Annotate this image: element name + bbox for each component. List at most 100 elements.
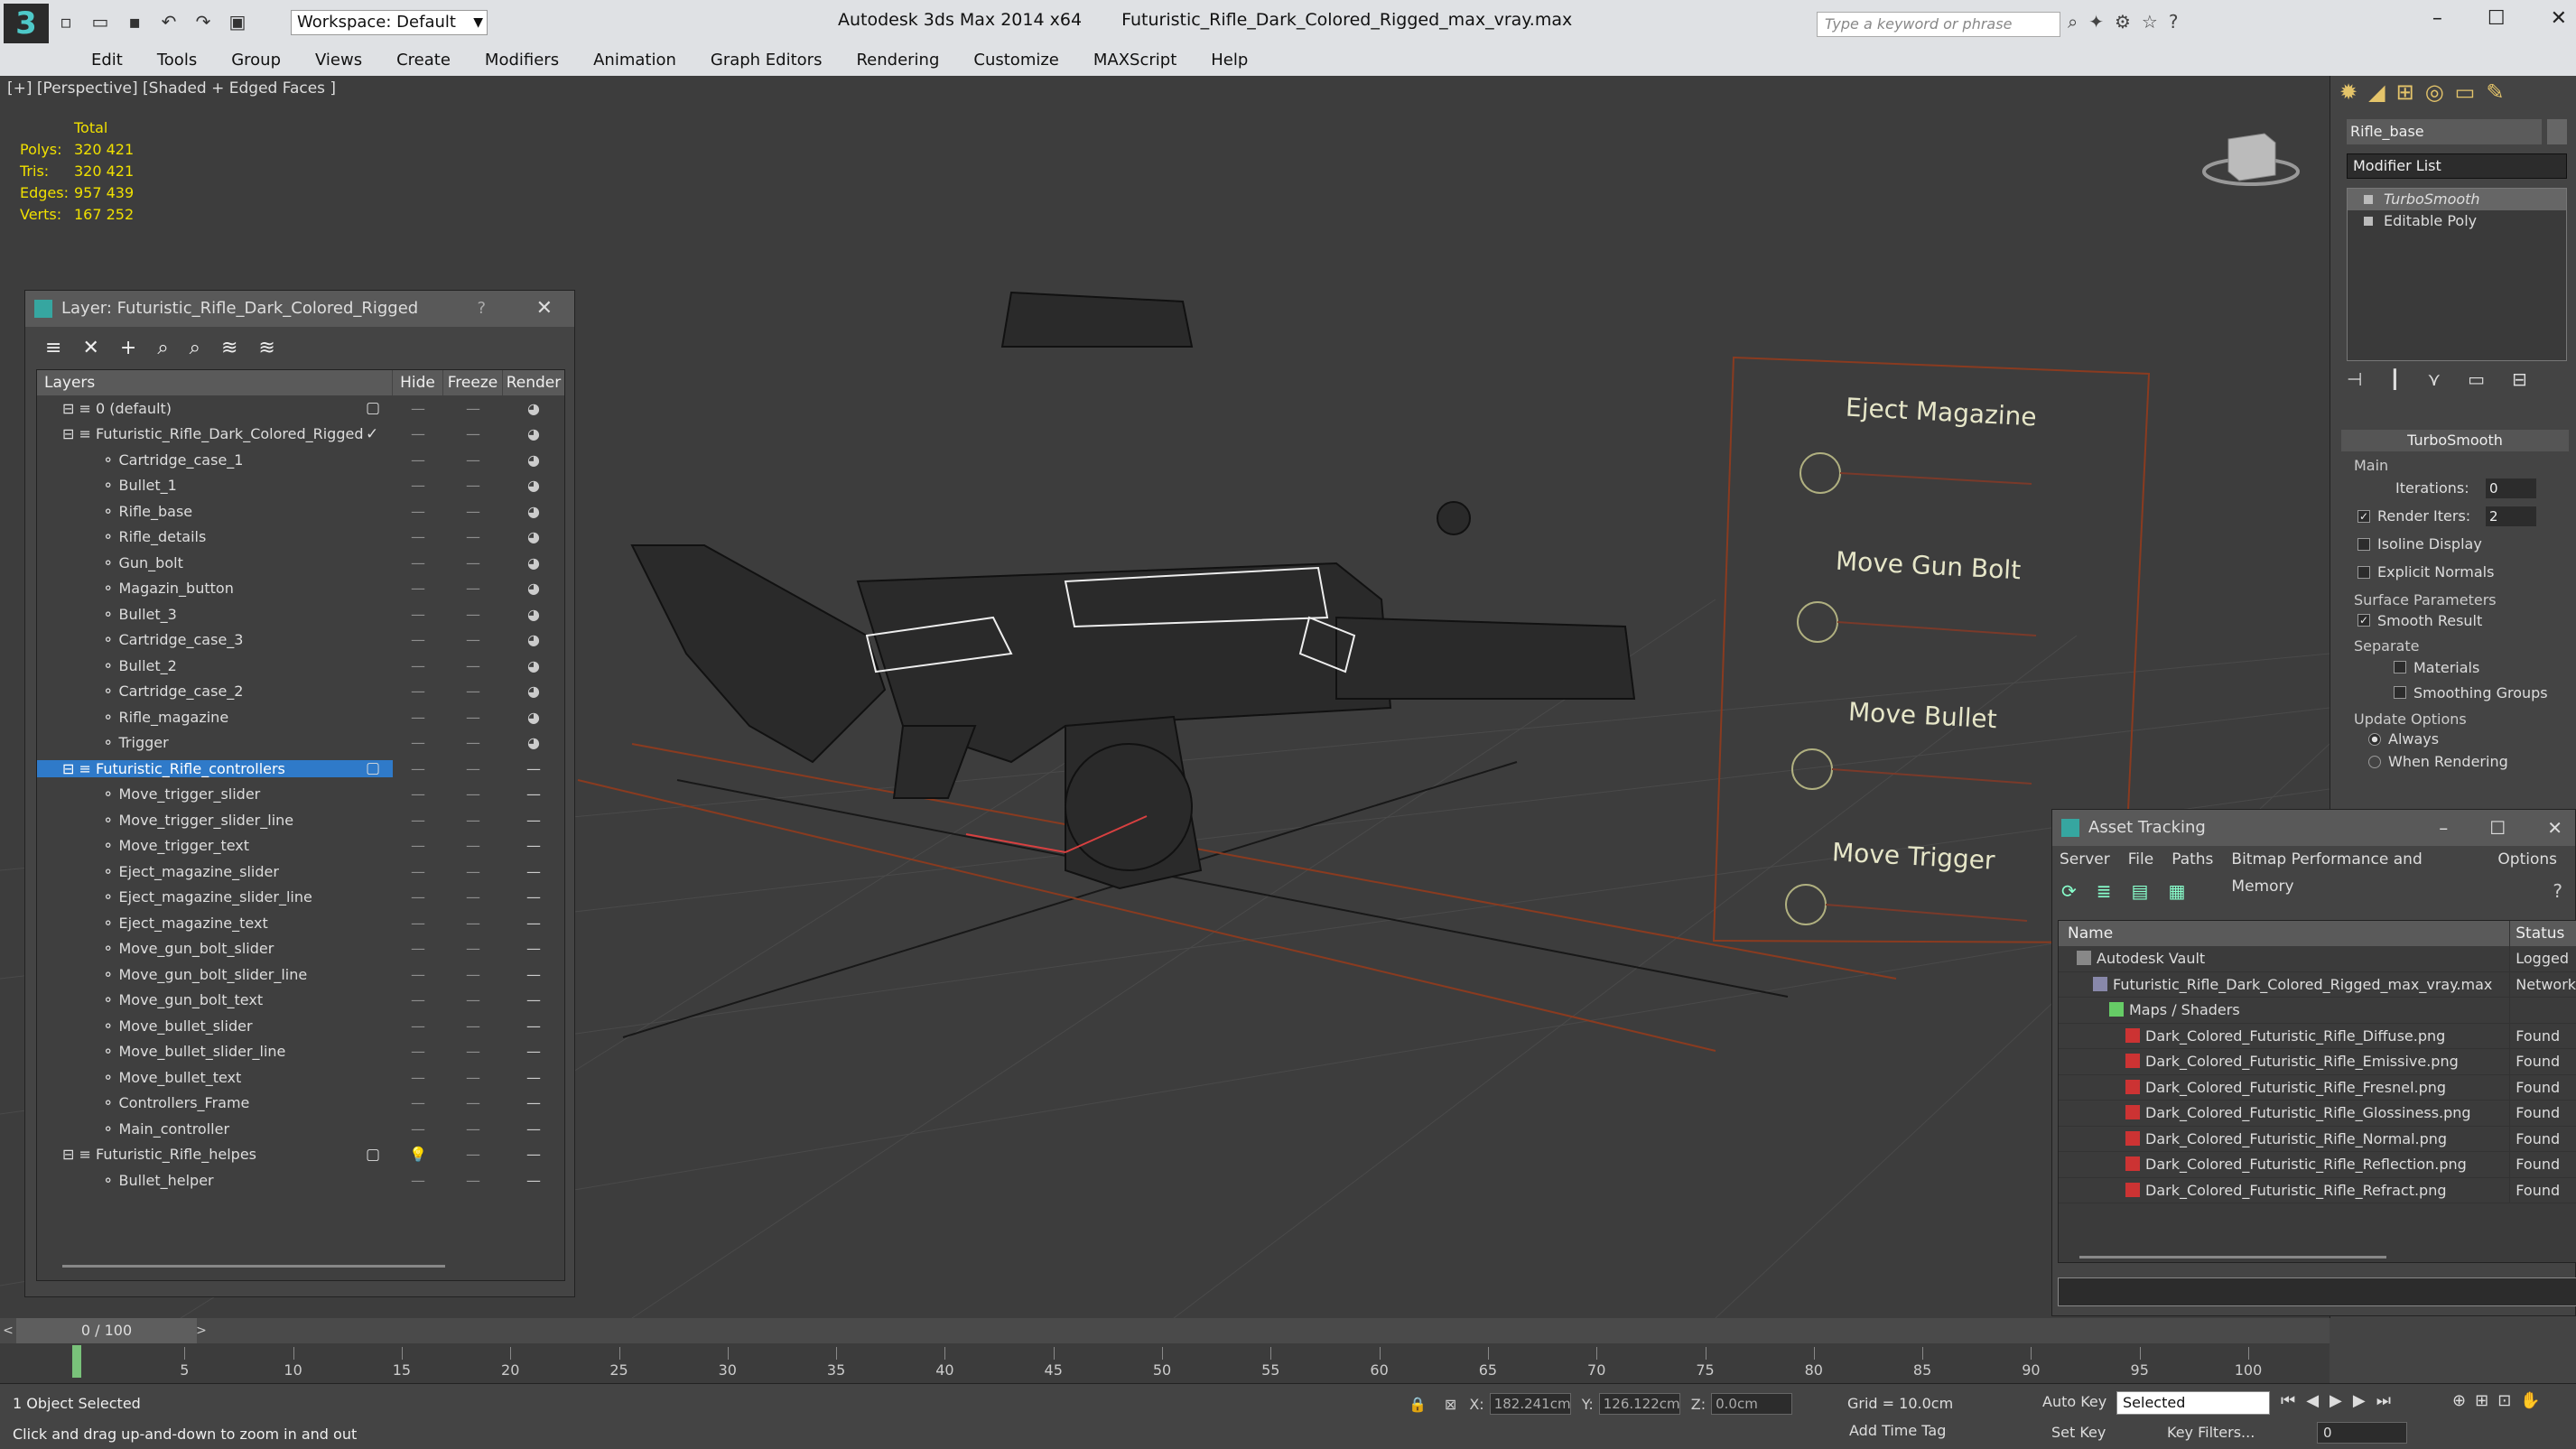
make-unique-icon[interactable]: ⋎ xyxy=(2427,368,2441,390)
z-coordinate-field[interactable]: 0.0cm xyxy=(1711,1393,1793,1415)
object-row[interactable]: ⚬ Move_bullet_slider — — — xyxy=(37,1013,564,1039)
time-slider[interactable]: < 0 / 100 > xyxy=(0,1318,2330,1343)
hide-toggle[interactable]: — xyxy=(393,837,443,854)
maximize-icon[interactable]: ☐ xyxy=(2488,7,2506,30)
freeze-toggle[interactable]: — xyxy=(443,1069,503,1086)
hide-toggle[interactable]: — xyxy=(393,477,443,494)
bulb-icon[interactable]: 💡 xyxy=(409,1146,427,1163)
save-icon[interactable]: ▪ xyxy=(121,9,148,34)
render-toggle-icon[interactable]: — xyxy=(503,888,564,906)
asset-menu-options[interactable]: Options xyxy=(2497,846,2557,873)
render-toggle-icon[interactable]: — xyxy=(503,1094,564,1111)
freeze-toggle[interactable]: — xyxy=(443,1120,503,1138)
smooth-result-checkbox[interactable]: ✓ xyxy=(2357,614,2370,627)
go-to-start-icon[interactable]: ⏮ xyxy=(2281,1391,2295,1410)
play-icon[interactable]: ▶ xyxy=(2330,1391,2342,1410)
freeze-toggle[interactable]: — xyxy=(443,940,503,957)
hide-toggle[interactable]: — xyxy=(393,554,443,571)
table-view-icon[interactable]: ▤ xyxy=(2132,880,2149,902)
app-logo-icon[interactable]: 3 xyxy=(4,4,49,43)
menu-views[interactable]: Views xyxy=(298,51,379,70)
communication-icon[interactable]: ⚙ xyxy=(2115,11,2131,33)
hide-toggle[interactable]: — xyxy=(393,606,443,623)
modify-tab-icon[interactable]: ◢ xyxy=(2368,79,2385,105)
hide-toggle[interactable]: — xyxy=(393,1094,443,1111)
asset-row[interactable]: Dark_Colored_Futuristic_Rifle_Glossiness… xyxy=(2059,1101,2576,1127)
modifier-list-dropdown[interactable]: Modifier List xyxy=(2347,153,2567,179)
asset-menu-server[interactable]: Server xyxy=(2060,846,2110,873)
next-frame-icon[interactable]: ▶ xyxy=(2353,1391,2366,1410)
object-row[interactable]: ⚬ Move_trigger_text — — — xyxy=(37,833,564,859)
track-bar[interactable]: 5 10 15 20 25 30 35 40 45 50 55 60 65 70 75 80 85 90 95 100 xyxy=(0,1343,2330,1383)
object-row[interactable]: ⚬ Move_bullet_text — — — xyxy=(37,1064,564,1091)
display-tab-icon[interactable]: ▭ xyxy=(2455,79,2476,105)
hide-toggle[interactable]: — xyxy=(393,888,443,906)
viewport-label[interactable]: [+] [Perspective] [Shaded + Edged Faces … xyxy=(7,79,336,98)
pin-stack-icon[interactable]: ⊣ xyxy=(2347,368,2362,390)
close-icon[interactable]: ✕ xyxy=(2547,810,2562,846)
object-row[interactable]: ⚬ Move_gun_bolt_text — — — xyxy=(37,988,564,1014)
minimize-icon[interactable]: – xyxy=(2439,810,2448,846)
hide-toggle[interactable]: — xyxy=(393,760,443,777)
hide-toggle[interactable]: — xyxy=(393,631,443,648)
hide-toggle[interactable]: — xyxy=(393,528,443,545)
go-to-end-icon[interactable]: ⏭ xyxy=(2376,1391,2391,1410)
materials-checkbox[interactable] xyxy=(2394,661,2406,673)
freeze-toggle[interactable]: — xyxy=(443,991,503,1008)
object-row[interactable]: ⚬ Magazin_button — — ◕ xyxy=(37,576,564,602)
time-slider-thumb[interactable]: 0 / 100 xyxy=(16,1318,197,1343)
hide-toggle[interactable]: — xyxy=(393,966,443,983)
freeze-toggle[interactable]: — xyxy=(443,425,503,442)
render-toggle-icon[interactable]: — xyxy=(503,940,564,957)
hide-toggle[interactable]: — xyxy=(393,657,443,674)
render-toggle-icon[interactable]: ◕ xyxy=(503,451,564,469)
key-set-dropdown[interactable]: Selected xyxy=(2116,1391,2270,1415)
freeze-toggle[interactable]: — xyxy=(443,1017,503,1035)
render-toggle-icon[interactable]: — xyxy=(503,812,564,829)
render-iters-checkbox[interactable]: ✓ xyxy=(2357,509,2370,523)
menu-graph-editors[interactable]: Graph Editors xyxy=(693,51,840,70)
add-time-tag-button[interactable]: Add Time Tag xyxy=(1820,1422,1946,1439)
menu-animation[interactable]: Animation xyxy=(576,51,693,70)
freeze-toggle[interactable]: — xyxy=(443,528,503,545)
close-icon[interactable]: ✕ xyxy=(536,291,553,327)
hide-toggle[interactable]: — xyxy=(393,580,443,597)
hide-toggle[interactable]: — xyxy=(393,400,443,417)
add-to-layer-icon[interactable]: + xyxy=(120,337,136,359)
menu-rendering[interactable]: Rendering xyxy=(839,51,956,70)
always-radio[interactable] xyxy=(2368,732,2381,746)
freeze-toggle[interactable]: — xyxy=(443,785,503,803)
close-icon[interactable]: ✕ xyxy=(2551,7,2567,30)
freeze-toggle[interactable]: — xyxy=(443,863,503,880)
asset-menu-file[interactable]: File xyxy=(2128,846,2153,873)
current-layer-check-icon[interactable]: ✓ xyxy=(366,425,378,443)
menu-maxscript[interactable]: MAXScript xyxy=(1076,51,1194,70)
layer-row[interactable]: ⊟ ≡ Futuristic_Rifle_Dark_Colored_Rigged… xyxy=(37,422,564,448)
render-toggle-icon[interactable]: — xyxy=(503,991,564,1008)
object-row[interactable]: ⚬ Main_controller — — — xyxy=(37,1116,564,1142)
menu-create[interactable]: Create xyxy=(379,51,468,70)
render-toggle-icon[interactable]: — xyxy=(503,1120,564,1138)
render-toggle-icon[interactable]: ◕ xyxy=(503,734,564,751)
hide-toggle[interactable]: — xyxy=(393,503,443,520)
freeze-toggle[interactable]: — xyxy=(443,477,503,494)
object-row[interactable]: ⚬ Cartridge_case_1— — ◕ xyxy=(37,447,564,473)
redo-icon[interactable]: ↷ xyxy=(190,9,217,34)
render-toggle-icon[interactable]: ◕ xyxy=(503,657,564,674)
isoline-checkbox[interactable] xyxy=(2357,537,2370,551)
undo-icon[interactable]: ↶ xyxy=(155,9,182,34)
render-toggle-icon[interactable]: — xyxy=(503,785,564,803)
asset-row[interactable]: Dark_Colored_Futuristic_Rifle_Emissive.p… xyxy=(2059,1049,2576,1075)
show-end-result-icon[interactable]: ┃ xyxy=(2389,368,2400,390)
object-row[interactable]: ⚬ Trigger — — ◕ xyxy=(37,730,564,757)
object-color-swatch[interactable] xyxy=(2547,119,2567,144)
menu-customize[interactable]: Customize xyxy=(956,51,1075,70)
auto-key-button[interactable]: Auto Key xyxy=(2042,1393,2106,1410)
render-toggle-icon[interactable]: — xyxy=(503,760,564,777)
object-row[interactable]: ⚬ Bullet_3— — ◕ xyxy=(37,601,564,627)
object-row[interactable]: ⚬ Rifle_details — — ◕ xyxy=(37,525,564,551)
asset-row[interactable]: Autodesk Vault Logged xyxy=(2059,946,2576,972)
menu-help[interactable]: Help xyxy=(1194,51,1265,70)
create-layer-icon[interactable]: ≡ xyxy=(45,337,61,359)
object-row[interactable]: ⚬ Move_gun_bolt_slider_line — — — xyxy=(37,961,564,988)
